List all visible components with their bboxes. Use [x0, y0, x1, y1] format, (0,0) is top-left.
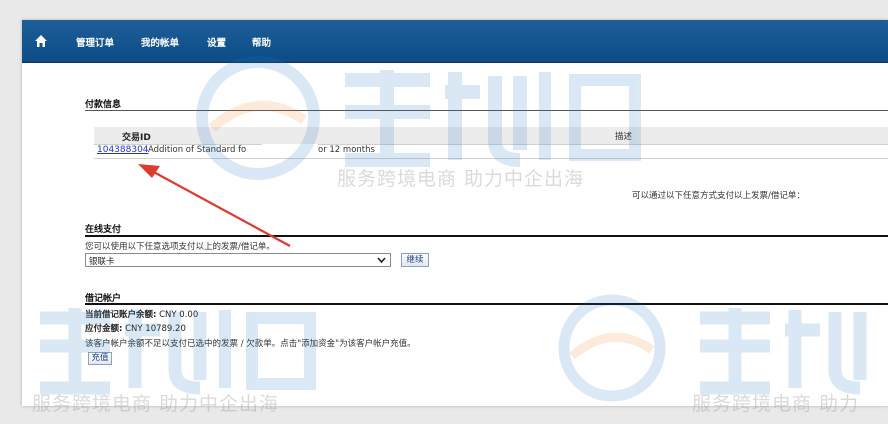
top-up-button[interactable]: 充值 — [88, 352, 112, 365]
nav-settings[interactable]: 设置 — [207, 35, 226, 49]
column-header-description: 描述 — [615, 132, 633, 142]
transaction-id-link[interactable]: 104388304 — [97, 145, 149, 155]
credit-balance-value: CNY 0.00 — [159, 310, 199, 320]
nav-my-billing[interactable]: 我的帐单 — [141, 35, 179, 49]
browser-frame: 管理订单 我的帐单 设置 帮助 付款信息 交易ID 描述 104388304 A… — [22, 20, 888, 406]
table-row: 104388304 Addition of Standard fo or 12 … — [94, 144, 888, 159]
payment-info-divider — [85, 110, 888, 111]
online-payment-title: 在线支付 — [85, 225, 122, 235]
amount-due-line: 应付金额: CNY 10789.20 — [85, 322, 186, 334]
payment-methods-note: 可以通过以下任意方式支付以上发票/借记单： — [632, 191, 805, 201]
payment-method-selected-value: 银联卡 — [89, 257, 115, 267]
column-header-transaction-id: 交易ID — [122, 133, 151, 143]
transaction-description: Addition of Standard fo — [148, 145, 247, 155]
home-icon[interactable] — [34, 34, 48, 48]
amount-due-value: CNY 10789.20 — [125, 324, 186, 334]
chevron-down-icon — [377, 257, 386, 264]
credit-balance-label: 当前借记账户余额: — [85, 310, 157, 320]
transaction-table-header: 交易ID 描述 — [94, 127, 888, 145]
nav-manage-orders[interactable]: 管理订单 — [76, 35, 114, 49]
credit-account-divider — [85, 303, 888, 305]
amount-due-label: 应付金额: — [85, 324, 123, 334]
transaction-description-tail: or 12 months — [318, 145, 375, 155]
payment-info-title: 付款信息 — [85, 100, 122, 110]
online-payment-note: 您可以使用以下任意选项支付以上的发票/借记单。 — [85, 242, 275, 252]
continue-button[interactable]: 继续 — [401, 253, 429, 267]
online-payment-divider — [85, 235, 888, 237]
credit-balance-line: 当前借记账户余额: CNY 0.00 — [85, 308, 198, 320]
nav-help[interactable]: 帮助 — [252, 35, 271, 49]
payment-method-select[interactable]: 银联卡 — [85, 253, 391, 267]
redacted-region — [262, 144, 318, 157]
top-navigation-bar: 管理订单 我的帐单 设置 帮助 — [22, 20, 888, 63]
insufficient-balance-note: 该客户帐户余额不足以支付已选中的发票 / 欠款单。点击"添加资金"为该客户帐户充… — [85, 339, 416, 349]
